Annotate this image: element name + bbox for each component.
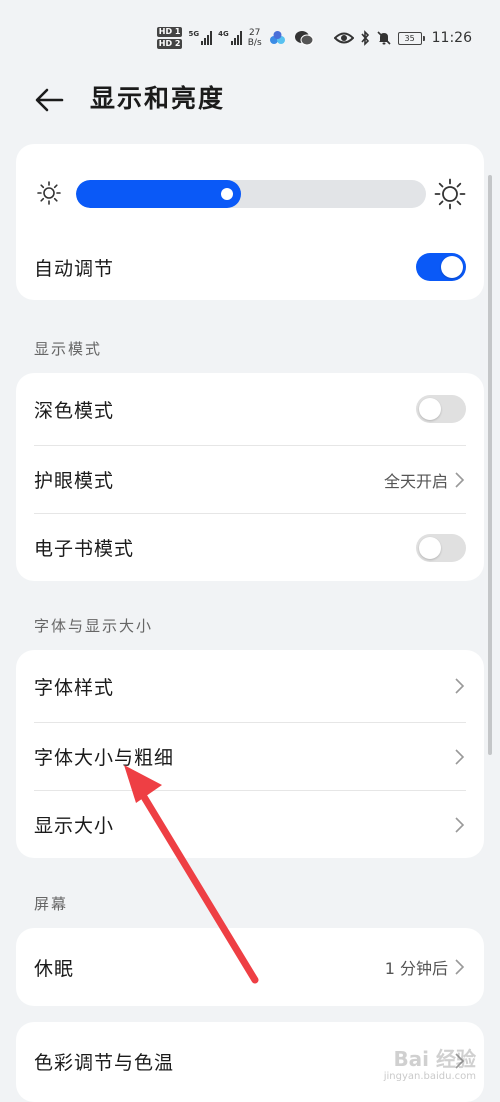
auto-adjust-label: 自动调节	[34, 257, 115, 280]
font-size-weight-row[interactable]: 字体大小与粗细	[34, 723, 466, 791]
page-title: 显示和亮度	[90, 84, 226, 113]
hd-badges: HD 1 HD 2	[156, 27, 183, 49]
brightness-slider-thumb[interactable]	[221, 188, 233, 200]
chevron-right-icon	[455, 678, 465, 694]
ebook-mode-row[interactable]: 电子书模式	[34, 514, 466, 581]
app-cluster-icon	[269, 31, 285, 44]
scrollbar[interactable]	[488, 175, 492, 755]
back-arrow-icon[interactable]	[32, 82, 68, 118]
network-speed: 27 B/s	[247, 28, 262, 48]
wechat-icon	[294, 31, 314, 46]
battery-icon: 35	[397, 31, 425, 45]
watermark-url: jingyan.baidu.com	[383, 1071, 476, 1082]
sleep-label: 休眠	[34, 957, 75, 980]
brightness-low-icon	[37, 181, 61, 205]
eye-comfort-label: 护眼模式	[34, 470, 115, 492]
section-title-font-display: 字体与显示大小	[34, 617, 154, 635]
section-title-screen: 屏幕	[34, 895, 69, 913]
dark-mode-row[interactable]: 深色模式	[34, 373, 466, 446]
font-size-weight-label: 字体大小与粗细	[34, 747, 175, 769]
display-size-row[interactable]: 显示大小	[34, 791, 466, 858]
clock: 11:26	[431, 30, 472, 46]
battery-level: 35	[404, 33, 415, 43]
brightness-row	[34, 144, 466, 240]
status-bar: HD 1 HD 2 5G 4G 27 B/s 35 11:26	[0, 0, 500, 74]
chevron-right-icon	[455, 959, 465, 975]
eye-comfort-row[interactable]: 护眼模式 全天开启	[34, 446, 466, 514]
chevron-right-icon	[455, 816, 465, 833]
brightness-slider-fill	[76, 180, 241, 208]
dark-mode-label: 深色模式	[34, 399, 115, 422]
display-mode-card: 深色模式 护眼模式 全天开启 电子书模式	[16, 373, 484, 581]
eye-comfort-value: 全天开启	[383, 471, 448, 491]
hd2-badge: HD 2	[156, 39, 183, 49]
header: 显示和亮度	[0, 74, 500, 124]
bluetooth-icon	[361, 30, 369, 46]
ebook-mode-label: 电子书模式	[34, 538, 135, 560]
hd1-badge: HD 1	[156, 27, 183, 37]
display-size-label: 显示大小	[34, 815, 115, 837]
brightness-card: 自动调节	[16, 144, 484, 300]
signal-5g-icon: 5G	[188, 31, 213, 45]
sleep-card: 休眠 1 分钟后	[16, 928, 484, 1006]
ebook-mode-toggle[interactable]	[416, 533, 466, 562]
auto-adjust-toggle[interactable]	[416, 253, 466, 281]
font-style-row[interactable]: 字体样式	[34, 650, 466, 723]
signal-4g-icon: 4G	[218, 31, 242, 45]
brightness-high-icon	[434, 178, 466, 210]
color-temp-label: 色彩调节与色温	[34, 1051, 175, 1074]
brightness-slider[interactable]	[76, 180, 426, 208]
auto-adjust-row[interactable]: 自动调节	[34, 234, 466, 300]
font-style-label: 字体样式	[34, 676, 115, 699]
chevron-right-icon	[455, 471, 465, 488]
sleep-value: 1 分钟后	[384, 959, 448, 978]
section-title-display-mode: 显示模式	[34, 340, 103, 358]
chevron-right-icon	[455, 748, 465, 765]
mute-bell-icon	[377, 31, 391, 45]
sleep-row[interactable]: 休眠 1 分钟后	[34, 928, 466, 1006]
eye-comfort-icon	[333, 32, 354, 44]
watermark-logo: Bai 经验	[393, 1047, 476, 1071]
status-icons: HD 1 HD 2 5G 4G 27 B/s 35 11:26	[156, 24, 472, 52]
font-display-card: 字体样式 字体大小与粗细 显示大小	[16, 650, 484, 858]
dark-mode-toggle[interactable]	[416, 395, 466, 423]
